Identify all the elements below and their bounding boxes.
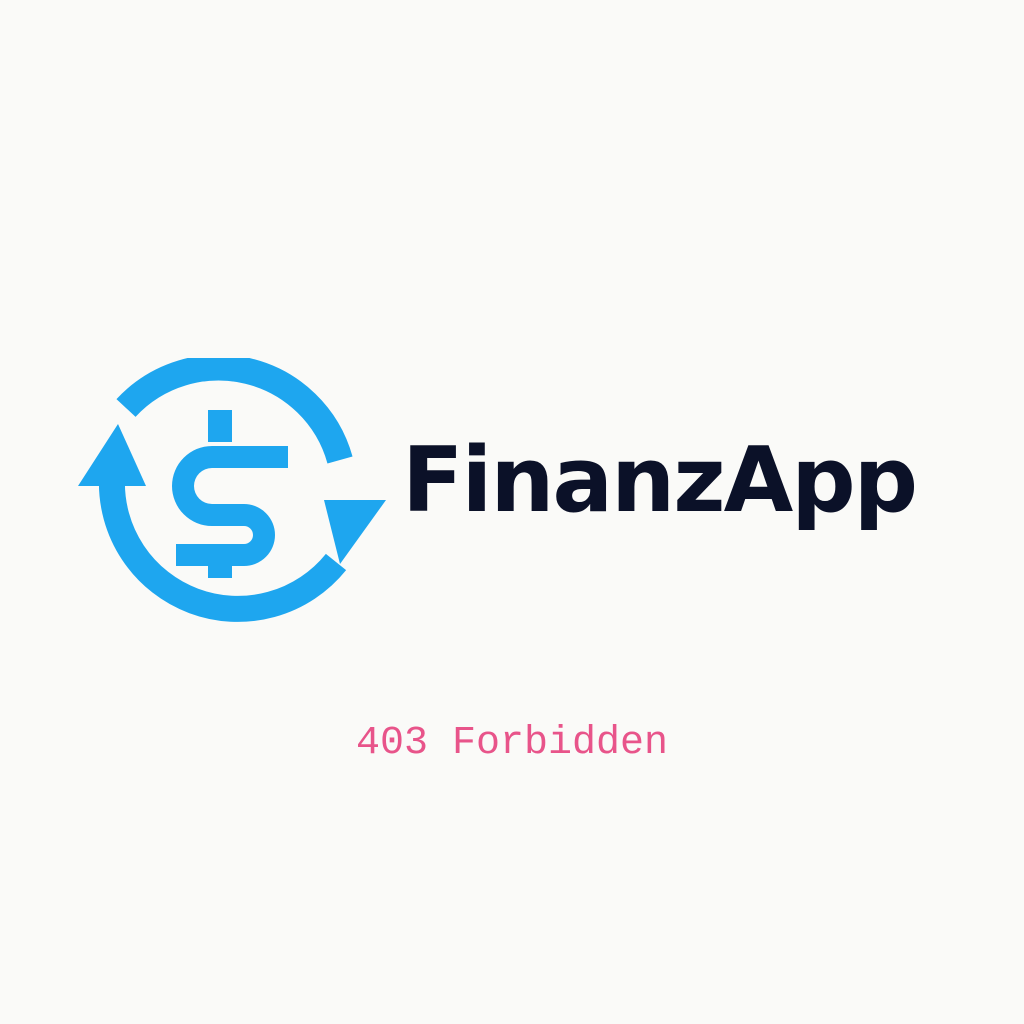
brand-wordmark: FinanzApp <box>402 428 918 533</box>
currency-exchange-icon <box>78 358 386 634</box>
error-message: 403 Forbidden <box>355 721 669 766</box>
